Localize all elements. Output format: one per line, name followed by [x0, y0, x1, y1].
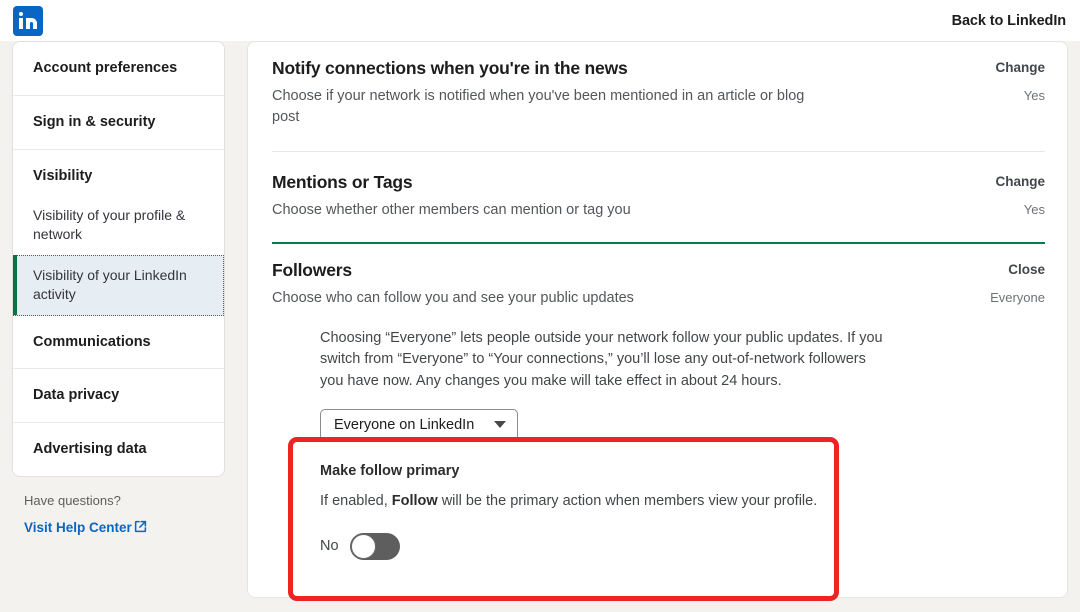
- section-title: Followers: [272, 260, 352, 281]
- sidebar-item-visibility-profile-network[interactable]: Visibility of your profile & network: [13, 194, 224, 255]
- sidebar-item-label: Account preferences: [33, 60, 178, 76]
- make-follow-primary-toggle[interactable]: [349, 532, 400, 560]
- sidebar-item-label: Communications: [33, 333, 151, 350]
- linkedin-logo-icon[interactable]: [13, 5, 43, 36]
- sidebar-item-label: Advertising data: [33, 441, 147, 458]
- change-link[interactable]: Change: [995, 174, 1045, 189]
- setting-section-notify-connections: Notify connections when you're in the ne…: [248, 42, 1067, 151]
- sidebar-item-data-privacy[interactable]: Data privacy: [13, 369, 224, 424]
- desc-text-before: If enabled,: [320, 492, 392, 509]
- toggle-knob: [350, 533, 376, 559]
- make-follow-primary-title: Make follow primary: [320, 462, 460, 479]
- close-link[interactable]: Close: [990, 262, 1045, 277]
- sidebar-item-label: Data privacy: [33, 387, 120, 404]
- followers-audience-select-wrap: Everyone on LinkedIn: [320, 408, 1045, 441]
- setting-section-mentions-tags: Mentions or Tags Choose whether other me…: [248, 152, 1067, 242]
- section-description: Choose who can follow you and see your p…: [272, 290, 634, 307]
- setting-value: Yes: [1023, 88, 1045, 103]
- section-description: Choose whether other members can mention…: [272, 202, 631, 219]
- sidebar-nav-card: Account preferences Sign in & security V…: [12, 41, 225, 478]
- visit-help-center-link[interactable]: Visit Help Center: [24, 520, 147, 536]
- sidebar-item-label: Visibility of your LinkedIn activity: [33, 266, 187, 302]
- sidebar-item-advertising-data[interactable]: Advertising data: [13, 423, 224, 477]
- help-link-label: Visit Help Center: [24, 520, 132, 536]
- have-questions-label: Have questions?: [24, 493, 121, 509]
- sidebar-item-label: Sign in & security: [33, 113, 156, 130]
- setting-value: Yes: [1023, 202, 1045, 218]
- section-title: Notify connections when you're in the ne…: [272, 58, 628, 78]
- make-follow-primary-toggle-row: No: [320, 532, 1045, 560]
- chevron-down-icon: [494, 421, 506, 429]
- sidebar-item-sign-in-security[interactable]: Sign in & security: [13, 95, 224, 150]
- sidebar-item-visibility-linkedin-activity[interactable]: Visibility of your LinkedIn activity: [13, 254, 224, 316]
- setting-section-followers: Followers Choose who can follow you and …: [248, 244, 1067, 309]
- settings-main-card: Notify connections when you're in the ne…: [247, 41, 1068, 598]
- change-link[interactable]: Change: [995, 60, 1045, 75]
- section-title: Mentions or Tags: [272, 172, 413, 193]
- sidebar-item-label: Visibility of your profile & network: [33, 206, 186, 242]
- followers-audience-select[interactable]: Everyone on LinkedIn: [320, 408, 518, 441]
- sidebar-item-visibility[interactable]: Visibility: [13, 149, 224, 195]
- desc-text-bold: Follow: [391, 492, 438, 509]
- followers-explanation: Choosing “Everyone” lets people outside …: [320, 329, 883, 390]
- top-header: Back to LinkedIn: [0, 0, 1080, 41]
- sidebar-item-label: Visibility: [33, 167, 93, 184]
- section-description: Choose if your network is notified when …: [272, 88, 805, 126]
- sidebar-footer: Have questions? Visit Help Center: [12, 477, 225, 537]
- setting-value: Everyone: [990, 290, 1045, 306]
- select-value-label: Everyone on LinkedIn: [334, 416, 475, 433]
- toggle-state-label: No: [320, 538, 339, 555]
- sidebar-item-account-preferences[interactable]: Account preferences: [13, 42, 224, 96]
- sidebar-item-communications[interactable]: Communications: [13, 315, 224, 370]
- make-follow-primary-block: Make follow primary If enabled, Follow w…: [248, 441, 1067, 560]
- external-link-icon: [134, 520, 147, 536]
- followers-expanded-panel: Choosing “Everyone” lets people outside …: [248, 310, 1067, 441]
- back-to-linkedin-button[interactable]: Back to LinkedIn: [952, 13, 1067, 29]
- make-follow-primary-description: If enabled, Follow will be the primary a…: [320, 491, 865, 512]
- desc-text-after: will be the primary action when members …: [437, 492, 818, 509]
- settings-sidebar: Account preferences Sign in & security V…: [12, 41, 225, 537]
